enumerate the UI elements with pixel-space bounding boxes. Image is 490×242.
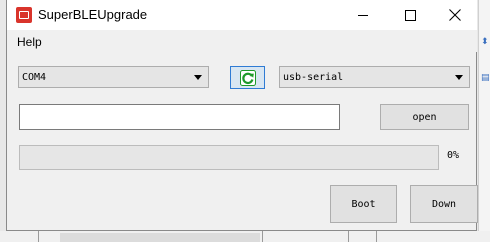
menu-bar: Help [7,30,477,52]
transport-select[interactable]: usb-serial [279,66,470,88]
background-glyph: ⬍ [481,36,489,46]
upgrade-progress-bar [19,145,439,170]
background-taskbar-edge [0,231,490,242]
maximize-icon [404,9,416,21]
close-button[interactable] [432,0,478,30]
background-window-edge: ⬍ ▤ [478,0,490,242]
app-window: SuperBLEUpgrade Help COM4 usb-serial ope… [6,0,478,231]
title-bar[interactable]: SuperBLEUpgrade [7,0,477,30]
minimize-button[interactable] [340,0,386,30]
app-icon [16,7,32,23]
down-button[interactable]: Down [410,185,478,223]
port-select[interactable]: COM4 [18,66,209,88]
maximize-button[interactable] [387,0,433,30]
chevron-down-icon [455,75,463,80]
open-button[interactable]: open [380,104,469,130]
window-title: SuperBLEUpgrade [38,7,148,22]
refresh-button[interactable] [230,66,265,89]
progress-percent: 0% [447,150,460,161]
file-path-input[interactable] [19,104,340,130]
chevron-down-icon [194,75,202,80]
close-icon [449,9,461,21]
port-select-value: COM4 [22,72,47,83]
menu-help[interactable]: Help [17,35,42,49]
minimize-icon [358,14,368,16]
background-glyph: ▤ [481,72,490,82]
transport-select-value: usb-serial [283,72,344,83]
refresh-icon [239,69,256,86]
boot-button[interactable]: Boot [330,185,397,223]
